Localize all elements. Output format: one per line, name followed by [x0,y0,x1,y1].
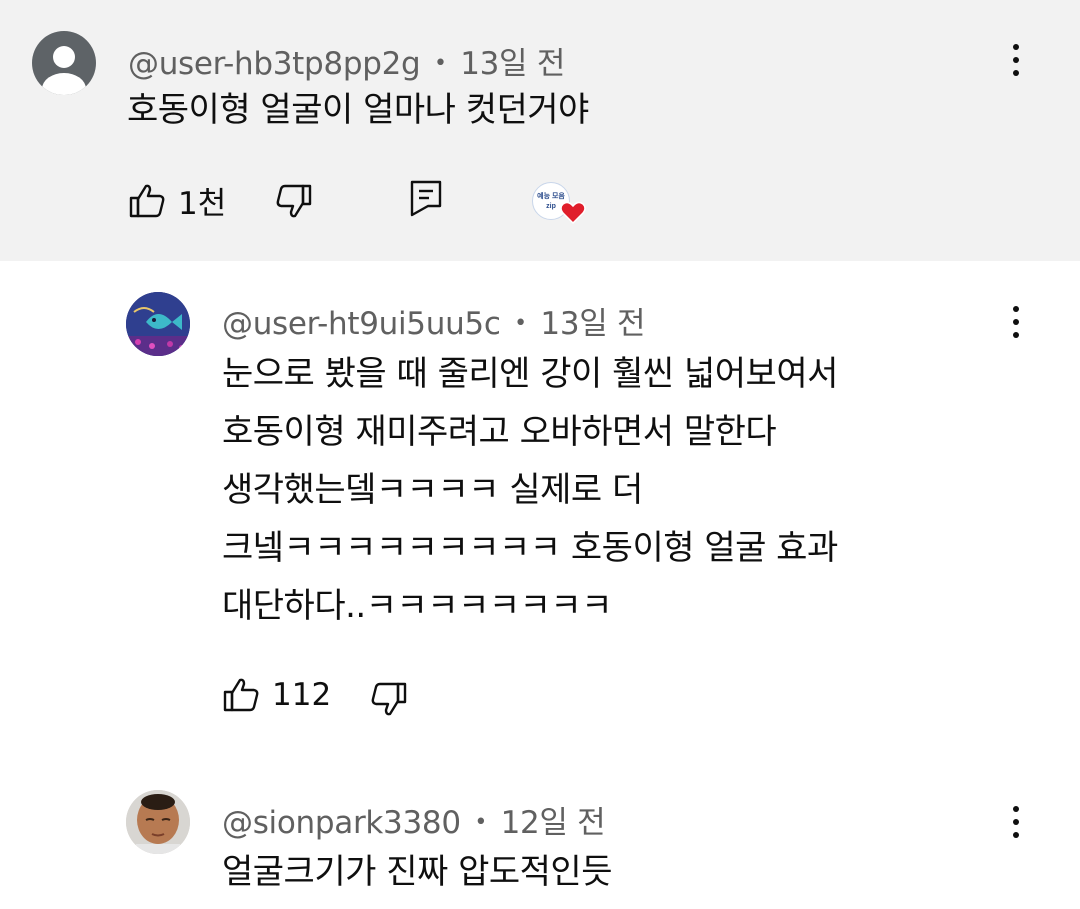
reply-text-line: 대단하다..ㅋㅋㅋㅋㅋㅋㅋㅋ [222,586,612,626]
reply-meta: @user-ht9ui5uu5c • 13일 전 [222,298,646,343]
fish-art-icon [126,292,190,356]
person-icon [42,46,86,95]
more-options-button[interactable] [996,800,1036,844]
heart-icon [560,201,586,224]
comment-age[interactable]: 13일 전 [460,46,565,82]
comment-meta: @user-hb3tp8pp2g • 13일 전 [128,38,565,83]
comment-age[interactable]: 12일 전 [501,805,606,841]
author-handle[interactable]: @sionpark3380 [222,805,461,841]
more-vertical-icon [1013,306,1019,312]
like-button[interactable]: 1천 [128,178,226,223]
like-count: 112 [272,677,332,713]
reply-text-line: 크넼ㅋㅋㅋㅋㅋㅋㅋㅋㅋ 호동이형 얼굴 효과 [222,528,838,568]
separator-dot: • [514,311,527,336]
like-button[interactable]: 112 [222,676,331,714]
highlighted-comment: @user-hb3tp8pp2g • 13일 전 호동이형 얼굴이 얼마나 컷던… [0,0,1080,261]
reply-avatar[interactable] [126,790,190,854]
default-avatar[interactable] [32,31,96,95]
thumbs-up-icon [128,182,166,220]
more-vertical-icon [1013,44,1019,50]
reply-avatar[interactable] [126,292,190,356]
thumbs-down-icon [275,182,313,220]
separator-dot: • [433,51,447,76]
dislike-button[interactable] [370,680,408,718]
child-photo-icon [126,790,190,854]
more-options-button[interactable] [996,38,1036,82]
separator-dot: • [474,810,487,835]
creator-heart-badge: 예능 모음 zip [532,182,588,226]
thumbs-down-icon [370,680,408,718]
dislike-button[interactable] [275,182,313,220]
reply-text-line: 생각했는뎈ㅋㅋㅋㅋ 실제로 더 [222,470,643,510]
reply-text-line: 호동이형 재미주려고 오바하면서 말한다 [222,412,777,452]
reply-meta: @sionpark3380 • 12일 전 [222,797,606,842]
like-count: 1천 [178,186,227,222]
comment-text: 호동이형 얼굴이 얼마나 컷던거야 [127,90,589,130]
reply-text: 얼굴크기가 진짜 압도적인듯 [222,852,612,892]
reply-button[interactable] [408,178,444,218]
reply-text-line: 눈으로 봤을 때 줄리엔 강이 훨씬 넓어보여서 [222,354,838,394]
comment-age[interactable]: 13일 전 [540,306,645,342]
reply-icon [408,178,444,218]
more-vertical-icon [1013,806,1019,812]
author-handle[interactable]: @user-ht9ui5uu5c [222,306,501,342]
thumbs-up-icon [222,676,260,714]
author-handle[interactable]: @user-hb3tp8pp2g [128,46,421,82]
more-options-button[interactable] [996,300,1036,344]
